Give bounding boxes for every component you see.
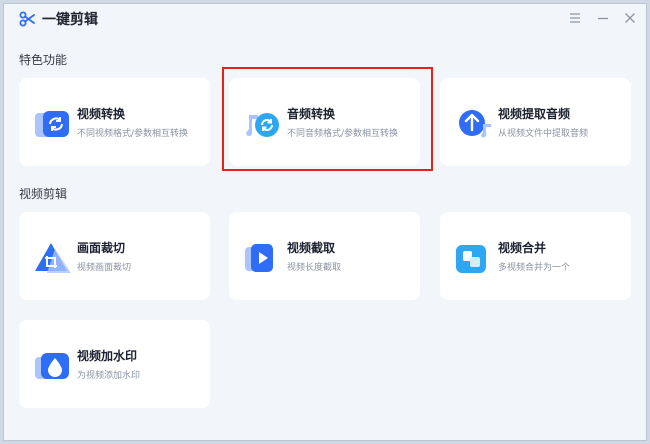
card-crop[interactable]: 画面裁切 视频画面裁切: [19, 212, 210, 300]
card-description: 不同视频格式/参数相互转换: [77, 129, 189, 139]
card-title: 画面裁切: [77, 241, 126, 255]
card-description: 从视频文件中提取音频: [498, 129, 589, 139]
section-title-editing: 视频剪辑: [19, 187, 68, 201]
section-title-featured: 特色功能: [19, 53, 68, 67]
minimize-icon[interactable]: [595, 10, 611, 26]
watermark-icon: [35, 353, 69, 379]
video-convert-icon: [35, 111, 69, 137]
card-description: 多视频合并为一个: [498, 263, 571, 273]
title-bar: 一键剪辑: [4, 4, 646, 34]
scissors-icon: [19, 11, 35, 27]
app-window: 一键剪辑 特色功能 视频转换 不同视频格式/参数相互转换 音频转换 不同音频格式…: [3, 3, 647, 441]
card-title: 视频提取音频: [498, 107, 571, 121]
app-title: 一键剪辑: [42, 12, 98, 28]
card-title: 视频转换: [77, 107, 126, 121]
card-video-trim[interactable]: 视频截取 视频长度截取: [229, 212, 420, 300]
close-icon[interactable]: [622, 10, 638, 26]
merge-icon: [456, 245, 486, 273]
card-merge[interactable]: 视频合并 多视频合并为一个: [440, 212, 631, 300]
menu-icon[interactable]: [567, 10, 583, 26]
video-trim-icon: [245, 244, 273, 272]
card-description: 为视频添加水印: [77, 371, 141, 381]
card-extract-audio[interactable]: 视频提取音频 从视频文件中提取音频: [440, 78, 631, 166]
crop-icon: [35, 243, 71, 273]
card-description: 视频长度截取: [287, 263, 342, 273]
card-title: 视频合并: [498, 241, 547, 255]
extract-audio-icon: [459, 110, 491, 138]
card-title: 视频截取: [287, 241, 336, 255]
card-title: 视频加水印: [77, 349, 138, 363]
card-description: 视频画面裁切: [77, 263, 132, 273]
card-video-convert[interactable]: 视频转换 不同视频格式/参数相互转换: [19, 78, 210, 166]
highlight-frame: [222, 67, 433, 171]
card-watermark[interactable]: 视频加水印 为视频添加水印: [19, 320, 210, 408]
